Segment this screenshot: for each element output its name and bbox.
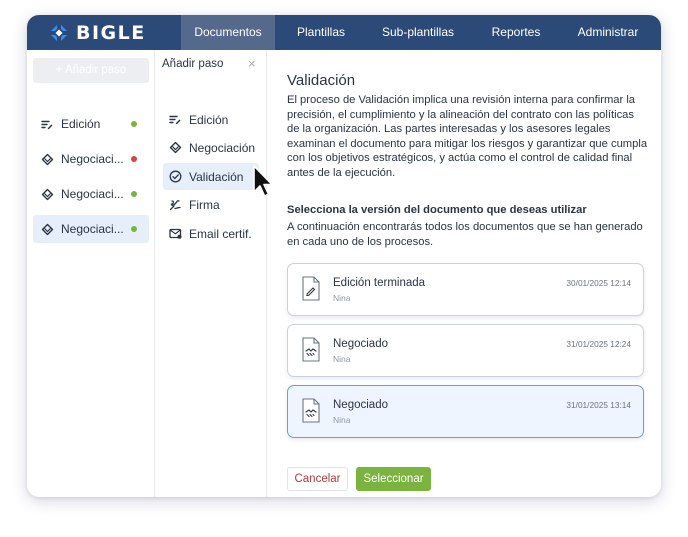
step-label: Negociaci... <box>61 222 124 236</box>
menu-item-label: Validación <box>189 169 244 184</box>
nav-administrar[interactable]: Administrar <box>563 15 653 50</box>
document-handshake-icon <box>302 398 320 423</box>
status-dot <box>131 191 137 197</box>
handshake-icon <box>41 153 54 165</box>
steps-panel: + Añadir paso Edición Negociaci... Negoc… <box>27 50 155 497</box>
version-card-edicion-terminada[interactable]: Edición terminada Nina 30/01/2025 12:14 <box>287 263 644 316</box>
version-date: 31/01/2025 12:24 <box>566 339 631 349</box>
step-label: Negociaci... <box>61 187 124 201</box>
version-card-negociado-2[interactable]: Negociado Nina 31/01/2025 13:14 <box>287 385 644 438</box>
step-label: Edición <box>61 117 101 131</box>
menu-item-label: Email certif. <box>189 226 252 241</box>
close-icon[interactable]: × <box>248 56 256 71</box>
version-date: 31/01/2025 13:14 <box>566 400 631 410</box>
menu-item-negociacion[interactable]: Negociación <box>163 134 259 161</box>
step-item-negociacion-1[interactable]: Negociaci... <box>33 145 149 173</box>
top-navbar: BIGLE Documentos Plantillas Sub-plantill… <box>27 15 661 50</box>
status-dot <box>131 121 137 127</box>
nav-sub-plantillas[interactable]: Sub-plantillas <box>367 15 469 50</box>
validation-content: Validación El proceso de Validación impl… <box>267 50 661 497</box>
menu-item-validacion[interactable]: Validación <box>163 163 259 190</box>
handshake-icon <box>169 141 182 154</box>
signature-icon <box>169 200 181 211</box>
status-dot <box>131 156 137 162</box>
add-step-menu-title: Añadir paso <box>162 58 224 70</box>
status-dot <box>131 226 137 232</box>
version-date: 30/01/2025 12:14 <box>566 278 631 288</box>
version-user: Nina <box>333 293 351 303</box>
menu-item-label: Negociación <box>189 140 256 155</box>
select-button[interactable]: Seleccionar <box>356 467 431 491</box>
nav-plantillas[interactable]: Plantillas <box>283 15 359 50</box>
handshake-icon <box>41 188 54 200</box>
bigle-logo[interactable]: BIGLE <box>49 20 146 45</box>
step-item-negociacion-2[interactable]: Negociaci... <box>33 180 149 208</box>
version-user: Nina <box>333 415 351 425</box>
menu-item-firma[interactable]: Firma <box>163 191 259 218</box>
document-handshake-icon <box>302 337 320 362</box>
nav-reportes[interactable]: Reportes <box>479 15 553 50</box>
handshake-icon <box>41 223 54 235</box>
edit-lines-icon <box>169 115 181 125</box>
step-item-edicion[interactable]: Edición <box>33 110 149 138</box>
version-section-title: Selecciona la versión del documento que … <box>287 204 587 216</box>
edit-lines-icon <box>41 120 53 129</box>
add-step-button[interactable]: + Añadir paso <box>33 58 149 83</box>
nav-documentos[interactable]: Documentos <box>181 15 275 50</box>
page-title: Validación <box>287 72 356 89</box>
cancel-button[interactable]: Cancelar <box>287 467 348 491</box>
validation-description: El proceso de Validación implica una rev… <box>287 94 648 179</box>
version-name: Negociado <box>333 338 388 350</box>
menu-item-label: Firma <box>189 197 220 212</box>
email-certified-icon <box>169 228 182 239</box>
bigle-logo-icon <box>49 22 69 43</box>
step-label: Negociaci... <box>61 152 124 166</box>
version-name: Negociado <box>333 399 388 411</box>
menu-item-edicion[interactable]: Edición <box>163 106 259 133</box>
menu-item-label: Edición <box>189 112 229 127</box>
version-card-negociado-1[interactable]: Negociado Nina 31/01/2025 12:24 <box>287 324 644 377</box>
version-user: Nina <box>333 354 351 364</box>
logo-text: BIGLE <box>76 21 146 44</box>
add-step-menu: Añadir paso × Edición Negociación Valida… <box>155 50 267 497</box>
mouse-cursor-icon <box>253 165 273 197</box>
app-window: BIGLE Documentos Plantillas Sub-plantill… <box>27 15 661 497</box>
step-item-negociacion-3[interactable]: Negociaci... <box>33 215 149 243</box>
document-edit-icon <box>302 276 320 301</box>
menu-item-email-certificado[interactable]: Email certif. <box>163 220 259 247</box>
version-section-description: A continuación encontrarás todos los doc… <box>287 221 643 248</box>
version-name: Edición terminada <box>333 277 426 289</box>
check-circle-icon <box>169 170 182 183</box>
